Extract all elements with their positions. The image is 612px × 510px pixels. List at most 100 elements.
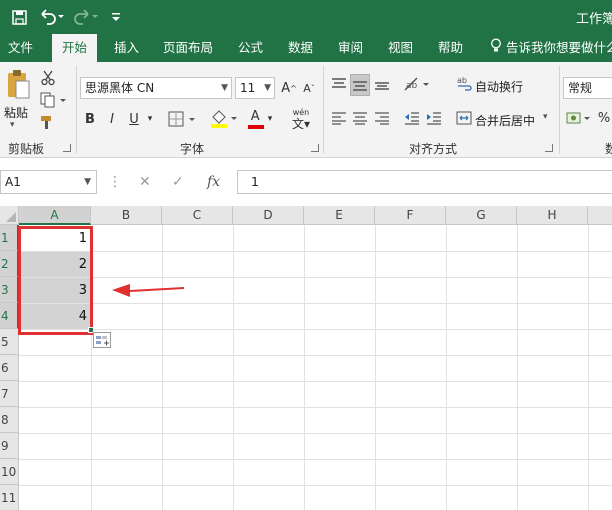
font-launcher-icon[interactable]	[311, 144, 319, 152]
cut-icon[interactable]	[40, 70, 56, 86]
clipboard-launcher-icon[interactable]	[63, 144, 71, 152]
tab-home[interactable]: 开始	[52, 34, 98, 62]
tab-data[interactable]: 数据	[288, 34, 313, 62]
column-header-b[interactable]: B	[91, 206, 162, 225]
font-name-combo[interactable]: 思源黑体 CN ▼	[80, 77, 232, 99]
paste-button[interactable]: 粘贴	[4, 104, 28, 121]
chevron-down-icon: ▾	[267, 114, 273, 124]
align-right-icon[interactable]	[372, 108, 392, 128]
row-header-6[interactable]: 6	[0, 355, 19, 381]
merge-dropdown-icon[interactable]: ▾	[543, 112, 548, 122]
formula-input[interactable]: 1	[237, 170, 612, 194]
row-header-8[interactable]: 8	[0, 407, 19, 433]
copy-icon[interactable]	[40, 92, 66, 108]
tell-me-box[interactable]: 告诉我你想要做什么	[490, 34, 612, 62]
font-color-letter: A	[250, 109, 260, 124]
quick-analysis-button[interactable]	[93, 332, 111, 348]
merge-center-icon[interactable]	[455, 108, 473, 128]
clipboard-group-label: 剪贴板	[8, 142, 45, 156]
gridline	[19, 251, 612, 252]
tab-view[interactable]: 视图	[388, 34, 413, 62]
italic-button[interactable]: I	[104, 108, 120, 130]
selection-highlight	[18, 226, 93, 335]
number-format-value: 常规	[568, 81, 593, 95]
borders-icon[interactable]	[168, 110, 198, 128]
orientation-icon[interactable]: ab	[402, 74, 432, 94]
gridline	[162, 225, 163, 510]
column-header-a[interactable]: A	[19, 206, 91, 225]
gridline	[19, 303, 612, 304]
name-box[interactable]: A1 ▼	[0, 170, 97, 194]
row-header-9[interactable]: 9	[0, 433, 19, 459]
format-painter-icon[interactable]	[40, 114, 56, 130]
undo-icon[interactable]	[38, 6, 66, 28]
gridline	[19, 329, 612, 330]
cancel-icon[interactable]: ✕	[139, 170, 151, 194]
phonetic-pinyin: wén	[292, 107, 310, 117]
group-separator	[559, 66, 560, 154]
column-header-i[interactable]	[588, 206, 612, 225]
decrease-indent-icon[interactable]	[402, 108, 422, 128]
lightbulb-icon	[490, 35, 502, 63]
row-header-7[interactable]: 7	[0, 381, 19, 407]
insert-function-icon[interactable]: fx	[207, 170, 220, 194]
tab-help[interactable]: 帮助	[438, 34, 463, 62]
increase-indent-icon[interactable]	[424, 108, 444, 128]
align-top-icon[interactable]	[329, 74, 349, 94]
customize-icon[interactable]	[108, 6, 124, 28]
row-header-11[interactable]: 11	[0, 485, 19, 510]
paste-dropdown-icon[interactable]: ▾	[10, 120, 15, 130]
row-header-3[interactable]: 3	[0, 277, 19, 303]
row-header-10[interactable]: 10	[0, 459, 19, 485]
spreadsheet-grid[interactable]: A B C D E F G H 1 2 3 4 5 6 7 8 9 10 11 …	[0, 206, 612, 510]
accounting-format-icon[interactable]	[566, 108, 592, 128]
grow-font-button[interactable]: A ^	[280, 77, 298, 99]
column-header-h[interactable]: H	[517, 206, 588, 225]
wrap-text-icon[interactable]: ab	[457, 74, 473, 94]
row-header-5[interactable]: 5	[0, 329, 19, 355]
font-color-bar	[247, 125, 264, 129]
font-size-combo[interactable]: 11 ▼	[235, 77, 275, 99]
row-header-2[interactable]: 2	[0, 251, 19, 277]
percent-button[interactable]: %	[597, 108, 611, 128]
tab-page-layout[interactable]: 页面布局	[163, 34, 213, 62]
select-all-button[interactable]	[0, 206, 19, 225]
save-icon[interactable]	[8, 6, 30, 28]
shrink-font-button[interactable]: Aˇ	[300, 77, 318, 99]
phonetic-button[interactable]: wén 文▾	[287, 106, 315, 132]
group-separator	[323, 66, 324, 154]
merge-center-button[interactable]: 合并后居中	[475, 112, 535, 129]
alignment-launcher-icon[interactable]	[545, 144, 553, 152]
fill-color-icon[interactable]	[209, 108, 241, 130]
gridline	[588, 225, 589, 510]
redo-icon[interactable]	[72, 6, 100, 28]
align-center-icon[interactable]	[350, 108, 370, 128]
paste-icon[interactable]	[4, 68, 32, 102]
row-header-1[interactable]: 1	[0, 225, 19, 251]
underline-button[interactable]: U	[126, 108, 142, 130]
tab-insert[interactable]: 插入	[114, 34, 139, 62]
column-header-c[interactable]: C	[162, 206, 233, 225]
column-header-e[interactable]: E	[304, 206, 375, 225]
title-bar: 工作簿	[0, 0, 612, 34]
confirm-icon[interactable]: ✓	[172, 170, 184, 194]
align-bottom-icon[interactable]	[372, 74, 392, 94]
wrap-text-button[interactable]: 自动换行	[475, 78, 523, 95]
column-header-g[interactable]: G	[446, 206, 517, 225]
align-middle-icon[interactable]	[350, 74, 370, 96]
row-header-4[interactable]: 4	[0, 303, 19, 329]
align-left-icon[interactable]	[329, 108, 349, 128]
column-header-f[interactable]: F	[375, 206, 446, 225]
underline-dropdown-icon[interactable]: ▾	[144, 108, 156, 130]
gridline	[19, 459, 612, 460]
bold-button[interactable]: B	[82, 108, 98, 130]
font-color-button[interactable]: A ▾	[244, 108, 276, 130]
tell-me-text: 告诉我你想要做什么	[505, 40, 612, 55]
tab-review[interactable]: 审阅	[338, 34, 363, 62]
font-size-value: 11	[240, 81, 256, 95]
gridline	[19, 381, 612, 382]
tab-file[interactable]: 文件	[8, 34, 33, 62]
number-format-combo[interactable]: 常规	[563, 77, 612, 99]
tab-formulas[interactable]: 公式	[238, 34, 263, 62]
column-header-d[interactable]: D	[233, 206, 304, 225]
